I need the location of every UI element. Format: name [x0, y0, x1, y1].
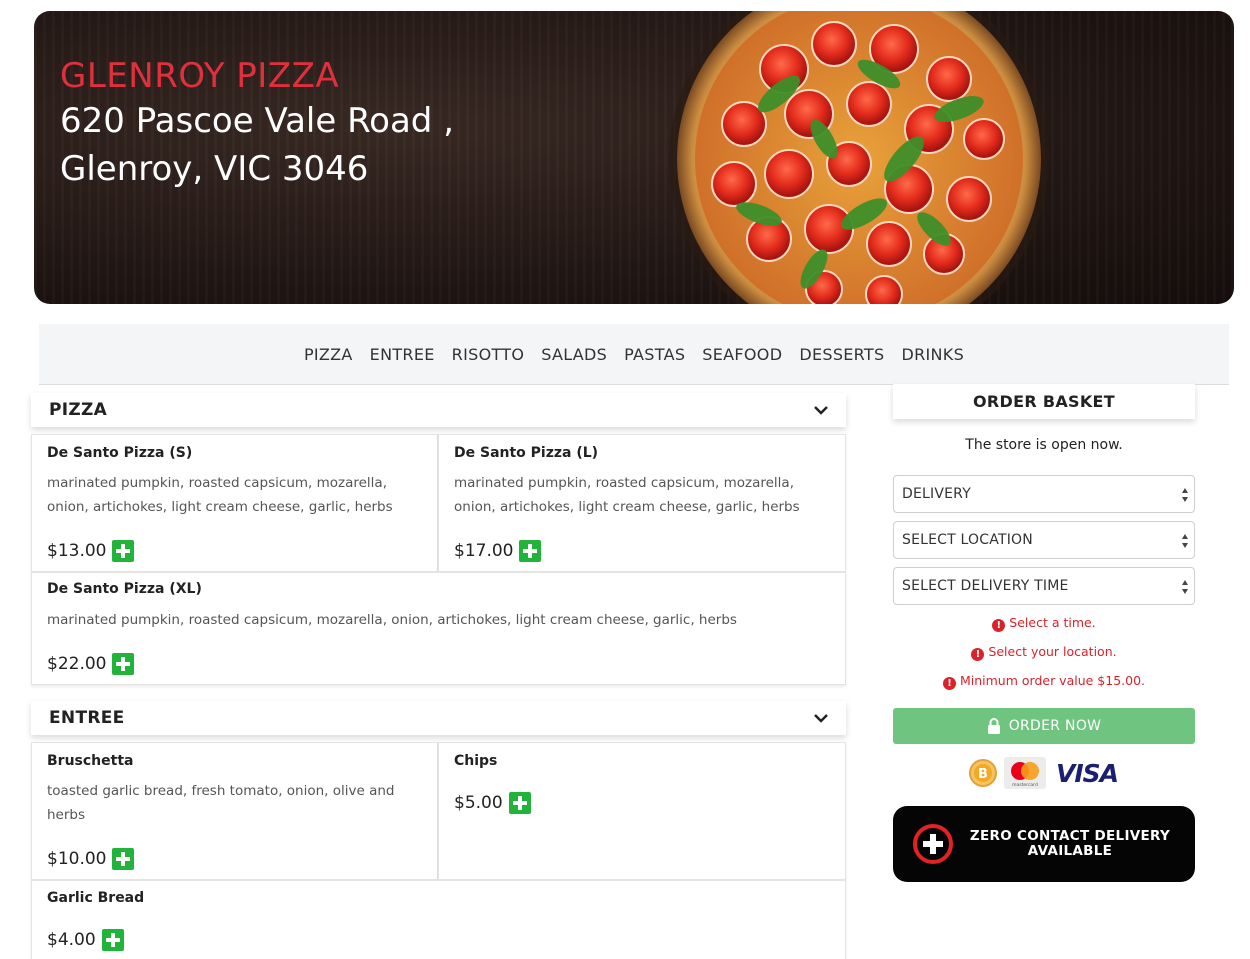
menu-item-card: De Santo Pizza (S) marinated pumpkin, ro… [31, 434, 438, 572]
error-message: ! Select your location. [893, 644, 1195, 661]
location-select[interactable]: SELECT LOCATION [893, 521, 1195, 559]
category-link-entree[interactable]: ENTREE [370, 345, 435, 364]
zero-contact-line2: AVAILABLE [1027, 843, 1113, 859]
category-link-pastas[interactable]: PASTAS [624, 345, 685, 364]
payment-methods: B mastercard VISA [968, 757, 1119, 789]
exclamation-icon: ! [942, 677, 956, 690]
error-text: Select a time. [1009, 615, 1096, 630]
category-nav: PIZZA ENTREE RISOTTO SALADS PASTAS SEAFO… [39, 324, 1229, 385]
menu-item-card: De Santo Pizza (L) marinated pumpkin, ro… [438, 434, 846, 572]
menu-item-card: Garlic Bread $4.00 [31, 880, 846, 959]
mastercard-icon: mastercard [1004, 757, 1046, 789]
bitcoin-icon: B [969, 759, 997, 787]
store-address-line2: Glenroy, VIC 3046 [60, 149, 369, 189]
exclamation-icon: ! [971, 648, 985, 661]
plus-circle-icon [913, 824, 953, 864]
error-message: ! Minimum order value $15.00. [893, 673, 1195, 690]
add-to-basket-button[interactable] [112, 540, 135, 562]
item-name: De Santo Pizza (L) [454, 445, 599, 461]
order-type-select[interactable]: DELIVERY [893, 475, 1195, 513]
order-now-button[interactable]: ORDER NOW [893, 708, 1195, 744]
item-description: marinated pumpkin, roasted capsicum, moz… [454, 475, 800, 515]
zero-contact-line1: ZERO CONTACT DELIVERY [969, 828, 1171, 844]
menu-item-card: Bruschetta toasted garlic bread, fresh t… [31, 742, 438, 880]
svg-text:B: B [978, 767, 988, 782]
item-price: $22.00 [47, 654, 107, 674]
item-price: $17.00 [454, 541, 514, 561]
section-title: ENTREE [49, 708, 125, 728]
lock-icon [987, 718, 1000, 734]
hero-banner: GLENROY PIZZA 620 Pascoe Vale Road , Gle… [34, 11, 1234, 304]
category-link-drinks[interactable]: DRINKS [901, 345, 964, 364]
section-header-entree[interactable]: ENTREE [31, 701, 846, 735]
menu-item-card: De Santo Pizza (XL) marinated pumpkin, r… [31, 572, 846, 685]
delivery-time-value: SELECT DELIVERY TIME [902, 578, 1069, 594]
add-to-basket-button[interactable] [112, 848, 135, 870]
chevron-down-icon[interactable] [812, 401, 830, 419]
section-header-pizza[interactable]: PIZZA [31, 393, 846, 427]
zero-contact-delivery-banner: ZERO CONTACT DELIVERY AVAILABLE [893, 806, 1195, 882]
add-to-basket-button[interactable] [508, 792, 531, 814]
item-description: marinated pumpkin, roasted capsicum, moz… [47, 475, 393, 515]
category-link-seafood[interactable]: SEAFOOD [702, 345, 782, 364]
chevron-down-icon[interactable] [812, 709, 830, 727]
order-basket-title: ORDER BASKET [893, 384, 1195, 419]
delivery-time-select[interactable]: SELECT DELIVERY TIME [893, 567, 1195, 605]
item-price: $10.00 [47, 849, 107, 869]
exclamation-icon: ! [992, 619, 1006, 632]
section-title: PIZZA [49, 400, 108, 420]
item-name: Garlic Bread [47, 890, 145, 906]
category-link-risotto[interactable]: RISOTTO [452, 345, 525, 364]
item-name: De Santo Pizza (XL) [47, 581, 202, 597]
category-link-pizza[interactable]: PIZZA [304, 345, 353, 364]
store-open-status: The store is open now. [965, 437, 1123, 453]
store-address-line1: 620 Pascoe Vale Road , [60, 101, 455, 141]
item-name: Bruschetta [47, 753, 134, 769]
order-now-label: ORDER NOW [1008, 718, 1102, 734]
item-name: Chips [454, 753, 498, 769]
add-to-basket-button[interactable] [519, 540, 542, 562]
error-message: ! Select a time. [893, 615, 1195, 632]
category-link-desserts[interactable]: DESSERTS [799, 345, 884, 364]
item-name: De Santo Pizza (S) [47, 445, 193, 461]
error-text: Select your location. [988, 644, 1117, 659]
store-name: GLENROY PIZZA [60, 56, 340, 96]
item-description: toasted garlic bread, fresh tomato, onio… [47, 783, 395, 823]
order-type-value: DELIVERY [902, 486, 971, 502]
item-price: $13.00 [47, 541, 107, 561]
location-value: SELECT LOCATION [902, 532, 1033, 548]
add-to-basket-button[interactable] [101, 929, 124, 951]
category-link-salads[interactable]: SALADS [541, 345, 607, 364]
select-arrows-icon [1182, 488, 1188, 502]
item-price: $5.00 [454, 793, 503, 813]
error-text: Minimum order value $15.00. [959, 673, 1146, 688]
pizza-image [669, 11, 1049, 304]
select-arrows-icon [1182, 580, 1188, 594]
mastercard-label: mastercard [1012, 782, 1038, 788]
select-arrows-icon [1182, 534, 1188, 548]
menu-item-card: Chips $5.00 [438, 742, 846, 880]
item-price: $4.00 [47, 930, 96, 950]
visa-logo: VISA [1056, 758, 1119, 788]
item-description: marinated pumpkin, roasted capsicum, moz… [47, 612, 737, 628]
add-to-basket-button[interactable] [112, 653, 135, 675]
